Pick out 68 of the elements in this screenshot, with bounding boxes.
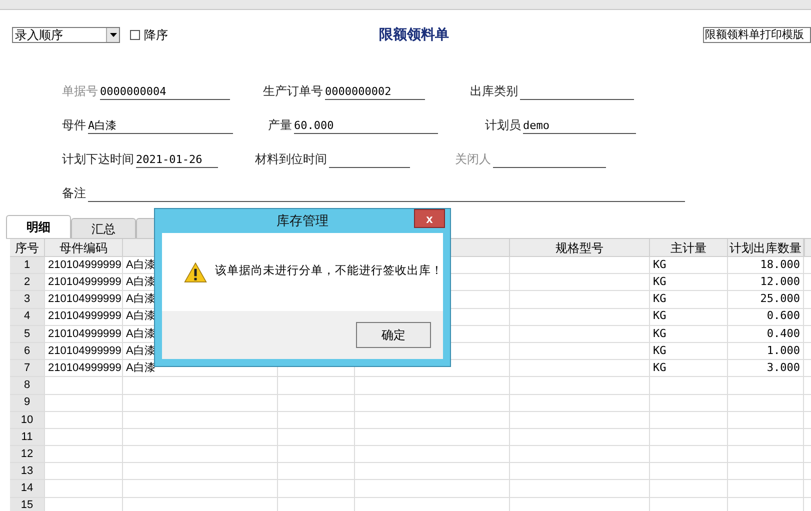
field-label: 关闭人 xyxy=(455,151,491,168)
table-cell: 1.000 xyxy=(728,342,804,360)
row-number: 10 xyxy=(10,412,45,428)
column-header: 主计量 xyxy=(650,239,728,256)
template-dropdown[interactable]: 限额领料单打印模版 xyxy=(703,27,811,43)
column-header: 规格型号 xyxy=(510,239,650,256)
table-cell: KG xyxy=(650,342,728,360)
row-number: 2 xyxy=(10,274,45,290)
caret-icon xyxy=(106,28,119,42)
table-cell: KG xyxy=(650,291,728,308)
field-label: 计划员 xyxy=(485,117,521,134)
input-field[interactable]: 2021-01-26 xyxy=(136,153,218,168)
field-label: 产量 xyxy=(268,117,292,134)
tab[interactable]: 汇总 xyxy=(71,218,136,238)
row-number: 8 xyxy=(10,377,45,394)
column-header: 母件编码 xyxy=(45,239,123,256)
input-field[interactable]: 0000000002 xyxy=(325,85,425,100)
table-cell: 210104999999 xyxy=(45,291,123,308)
field-label: 备注 xyxy=(62,185,86,202)
row-number: 11 xyxy=(10,428,45,446)
form-title: 限额领料单 xyxy=(379,25,449,44)
ok-button[interactable]: 确定 xyxy=(356,322,431,348)
checkbox-label: 降序 xyxy=(144,27,168,44)
row-number: 3 xyxy=(10,291,45,308)
row-number: 1 xyxy=(10,257,45,274)
input-field[interactable]: A白漆 xyxy=(88,119,233,134)
table-cell: 12.000 xyxy=(728,274,804,290)
row-number: 6 xyxy=(10,342,45,360)
close-button[interactable]: x xyxy=(414,209,445,228)
table-cell: 18.000 xyxy=(728,257,804,274)
dialog-title: 库存管理 xyxy=(276,212,328,230)
field-label: 生产订单号 xyxy=(263,83,323,100)
row-number: 7 xyxy=(10,360,45,376)
warning-icon xyxy=(184,260,207,284)
table-cell: 210104999999 xyxy=(45,360,123,376)
table-cell: KG xyxy=(650,274,728,290)
field-label: 材料到位时间 xyxy=(255,151,327,168)
table-cell: 210104999999 xyxy=(45,308,123,325)
table-cell: 3.000 xyxy=(728,360,804,376)
field-label: 出库类别 xyxy=(470,83,518,100)
table-cell: 210104999999 xyxy=(45,257,123,274)
table-cell: 210104999999 xyxy=(45,342,123,360)
tab[interactable]: 明细 xyxy=(6,215,71,238)
row-number: 9 xyxy=(10,394,45,411)
column-header: 序号 xyxy=(10,239,45,256)
table-cell: 0.400 xyxy=(728,326,804,342)
input-field[interactable]: 60.000 xyxy=(294,119,438,134)
row-number: 13 xyxy=(10,463,45,480)
table-cell: 210104999999 xyxy=(45,274,123,290)
table-cell: 0.600 xyxy=(728,308,804,325)
row-number: 5 xyxy=(10,326,45,342)
table-cell: KG xyxy=(650,360,728,376)
table-cell: 210104999999 xyxy=(45,326,123,342)
table-cell: KG xyxy=(650,257,728,274)
field-label: 母件 xyxy=(62,117,86,134)
input-field[interactable]: demo xyxy=(523,119,636,134)
row-number: 15 xyxy=(10,498,45,511)
table-cell: KG xyxy=(650,308,728,325)
field-label: 计划下达时间 xyxy=(62,151,134,168)
descending-checkbox[interactable] xyxy=(130,30,140,40)
table-cell: 25.000 xyxy=(728,291,804,308)
row-number: 4 xyxy=(10,308,45,325)
field-label: 单据号 xyxy=(62,83,98,100)
sort-dropdown[interactable]: 录入顺序 xyxy=(12,27,120,43)
row-number: 12 xyxy=(10,446,45,462)
column-header: 计划出库数量 xyxy=(728,239,804,256)
row-number: 14 xyxy=(10,480,45,497)
table-cell: KG xyxy=(650,326,728,342)
